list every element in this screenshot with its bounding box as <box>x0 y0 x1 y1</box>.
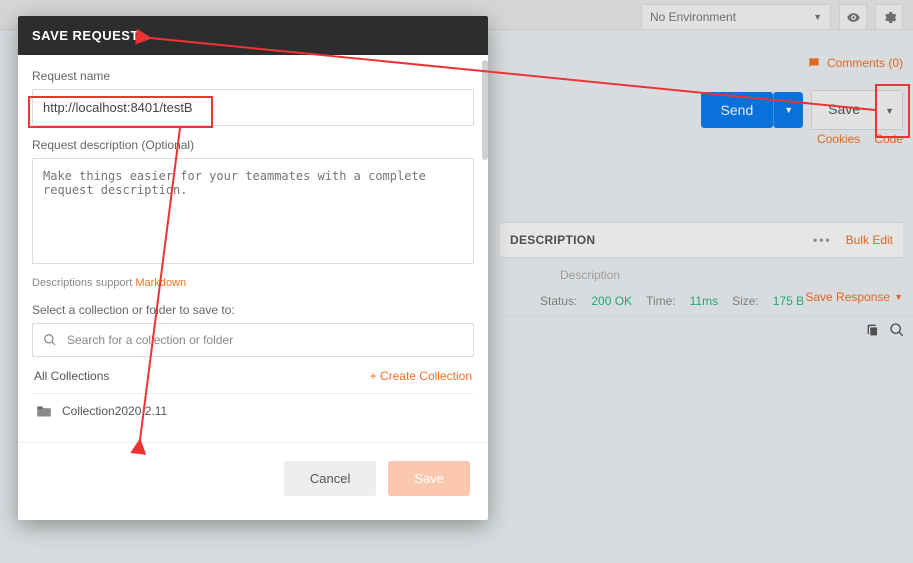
request-name-input[interactable] <box>32 89 474 126</box>
markdown-link[interactable]: Markdown <box>135 277 186 289</box>
all-collections-breadcrumb[interactable]: All Collections <box>34 369 109 383</box>
request-name-label: Request name <box>32 69 474 83</box>
collection-item-label: Collection2020.2.11 <box>62 404 167 418</box>
markdown-note-text: Descriptions support <box>32 277 135 289</box>
folder-icon <box>36 404 52 418</box>
collection-item[interactable]: Collection2020.2.11 <box>32 393 474 428</box>
select-collection-label: Select a collection or folder to save to… <box>32 303 474 317</box>
markdown-note: Descriptions support Markdown <box>32 277 474 289</box>
create-collection-link[interactable]: + Create Collection <box>370 369 472 383</box>
collection-search-input[interactable]: Search for a collection or folder <box>32 323 474 357</box>
collection-search-placeholder: Search for a collection or folder <box>67 333 233 347</box>
dialog-title: SAVE REQUEST <box>18 16 488 55</box>
cancel-button[interactable]: Cancel <box>284 461 376 496</box>
save-request-button[interactable]: Save <box>388 461 470 496</box>
save-request-dialog: SAVE REQUEST Request name Request descri… <box>18 16 488 520</box>
scrollbar-thumb[interactable] <box>482 60 488 160</box>
request-description-label: Request description (Optional) <box>32 138 474 152</box>
search-icon <box>43 333 57 347</box>
request-description-textarea[interactable] <box>32 158 474 264</box>
